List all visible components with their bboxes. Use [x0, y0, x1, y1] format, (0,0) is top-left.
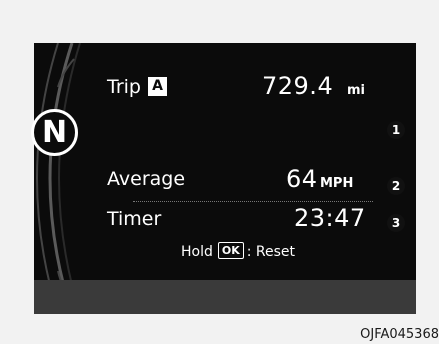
average-value: 64 — [286, 165, 318, 193]
timer-label: Timer — [107, 208, 162, 230]
trip-unit: mi — [347, 83, 366, 98]
timer-value: 23:47 — [294, 204, 366, 232]
bottom-band — [34, 280, 416, 314]
callout-3: 3 — [387, 214, 405, 232]
trip-label: Trip — [107, 76, 141, 98]
divider — [133, 201, 373, 202]
figure-code: OJFA045368 — [360, 327, 439, 342]
trip-badge: A — [148, 77, 167, 96]
reset-label: : Reset — [246, 244, 296, 260]
callout-2: 2 — [387, 177, 405, 195]
trip-value: 729.4 — [262, 72, 334, 100]
average-label: Average — [107, 168, 186, 190]
hold-ok-reset-hint: Hold OK: Reset — [181, 241, 295, 263]
hold-label: Hold — [181, 244, 213, 260]
gear-letter: N — [41, 115, 68, 150]
ok-button-icon: OK — [217, 242, 244, 259]
average-unit: MPH — [320, 176, 354, 191]
callout-1: 1 — [387, 121, 405, 139]
